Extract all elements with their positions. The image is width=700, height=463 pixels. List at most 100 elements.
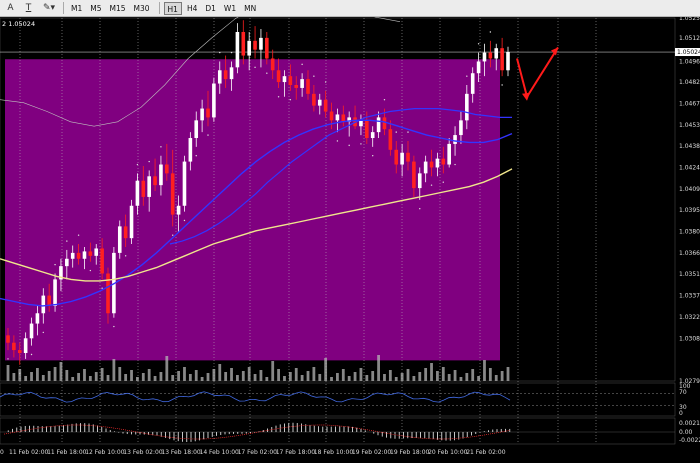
bear-candle (406, 152, 410, 162)
bull-candle (400, 152, 404, 165)
volume-bar (394, 377, 398, 381)
price-axis-label: 1.03805 (679, 229, 700, 236)
volume-bar (41, 375, 45, 381)
time-axis-label: 19 Feb 18:00 (390, 449, 430, 456)
volume-bar (218, 364, 222, 381)
volume-bar (277, 369, 280, 381)
bull-candle (94, 248, 99, 256)
bear-candle (76, 252, 81, 259)
text-label-icon[interactable]: A (3, 2, 18, 15)
timeframe-mn[interactable]: MN (241, 2, 259, 15)
parabolic-sar-dot (183, 219, 186, 222)
toolbar-divider (63, 2, 64, 14)
timeframe-m1[interactable]: M1 (68, 2, 85, 15)
bull-candle (465, 93, 469, 121)
bear-candle (412, 161, 416, 189)
bear-candle (270, 58, 275, 71)
parabolic-sar-dot (254, 66, 256, 69)
rsi-panel (0, 382, 676, 417)
volume-bar (288, 372, 292, 381)
price-axis-label: 1.03950 (679, 207, 700, 214)
volume-bar (447, 374, 451, 381)
price-chart[interactable]: 1.05255 1.05120 1.04960 1.04820 1.04675 1.045… (0, 0, 700, 459)
volume-bar (312, 367, 316, 381)
volume-bar (253, 374, 257, 381)
bull-candle (282, 76, 287, 83)
parabolic-sar-dot (101, 287, 103, 289)
timeframe-h4[interactable]: H4 (184, 2, 200, 15)
volume-bar (506, 367, 510, 381)
timeframe-d1[interactable]: D1 (202, 2, 219, 15)
volume-bar (130, 370, 133, 381)
bear-candle (323, 99, 328, 112)
shapes-dropdown-icon[interactable]: ✎▾ (39, 2, 59, 15)
parabolic-sar-dot (454, 163, 456, 166)
bear-candle (253, 40, 257, 50)
bull-candle (23, 338, 28, 354)
volume-bar (194, 370, 198, 381)
bear-candle (294, 85, 299, 88)
bull-candle (370, 132, 375, 139)
purple-zone-rectangle (5, 59, 500, 361)
volume-bar (477, 376, 480, 381)
volume-bar (106, 375, 110, 381)
bear-candle (88, 251, 93, 256)
volume-bar (283, 376, 286, 381)
parabolic-sar-dot (383, 99, 386, 101)
text-box-icon[interactable]: T (21, 2, 36, 15)
volume-bar (206, 373, 210, 381)
volume-bar (165, 356, 169, 381)
parabolic-sar-dot (124, 255, 127, 257)
price-axis-label: 1.03660 (679, 250, 700, 257)
timeframe-m30[interactable]: M30 (131, 2, 153, 15)
bear-candle (429, 161, 434, 168)
bull-candle (188, 138, 193, 162)
bull-candle (259, 37, 263, 50)
parabolic-sar-dot (136, 163, 139, 166)
timeframe-m15[interactable]: M15 (107, 2, 129, 15)
rsi-axis-label: 70 (679, 389, 687, 396)
parabolic-sar-dot (30, 353, 33, 356)
volume-bar (118, 367, 122, 381)
time-axis-label: 11 Feb 18:00 (47, 449, 87, 456)
volume-bar (71, 377, 75, 381)
timeframe-h1[interactable]: H1 (163, 1, 182, 15)
time-axis-label: 20 Feb 10:00 (428, 449, 468, 456)
parabolic-sar-dot (442, 181, 444, 183)
parabolic-sar-dot (266, 72, 268, 74)
volume-bar (306, 371, 310, 381)
time-axis-label: 14 Feb 10:00 (200, 449, 240, 456)
price-axis-label: 1.03515 (679, 271, 700, 278)
bear-candle (17, 350, 22, 354)
volume-bar (488, 368, 492, 381)
macd-axis-label: 0.00 (679, 429, 693, 436)
price-axis-label: 1.04530 (679, 122, 700, 129)
volume-bar (241, 371, 245, 381)
bull-candle (470, 73, 475, 94)
bull-candle (217, 70, 222, 84)
toolbar-divider (158, 1, 160, 14)
price-axis-label: 1.04240 (679, 164, 700, 171)
bear-candle (100, 248, 104, 274)
volume-bar (147, 369, 151, 381)
volume-bar (359, 368, 363, 381)
volume-bar (177, 371, 180, 381)
volume-bar (136, 377, 139, 381)
volume-bar (112, 359, 116, 381)
chart-window[interactable]: 1.05255 1.05120 1.04960 1.04820 1.04675 1.045… (0, 0, 700, 459)
bear-candle (276, 70, 281, 83)
volume-bar (224, 372, 228, 381)
volume-bar (6, 365, 10, 381)
timeframe-w1[interactable]: W1 (221, 2, 239, 15)
timeframe-m5[interactable]: M5 (87, 2, 104, 15)
volume-bar (171, 375, 175, 381)
parabolic-sar-dot (195, 154, 197, 157)
price-axis-label: 1.04960 (679, 58, 700, 65)
volume-bar (471, 369, 475, 381)
volume-bar (271, 361, 275, 381)
price-axis-label: 1.04385 (679, 143, 700, 150)
volume-bar (424, 368, 428, 381)
time-axis-label: 0 (0, 449, 4, 456)
volume-bar (371, 371, 375, 381)
bear-candle (306, 79, 310, 94)
